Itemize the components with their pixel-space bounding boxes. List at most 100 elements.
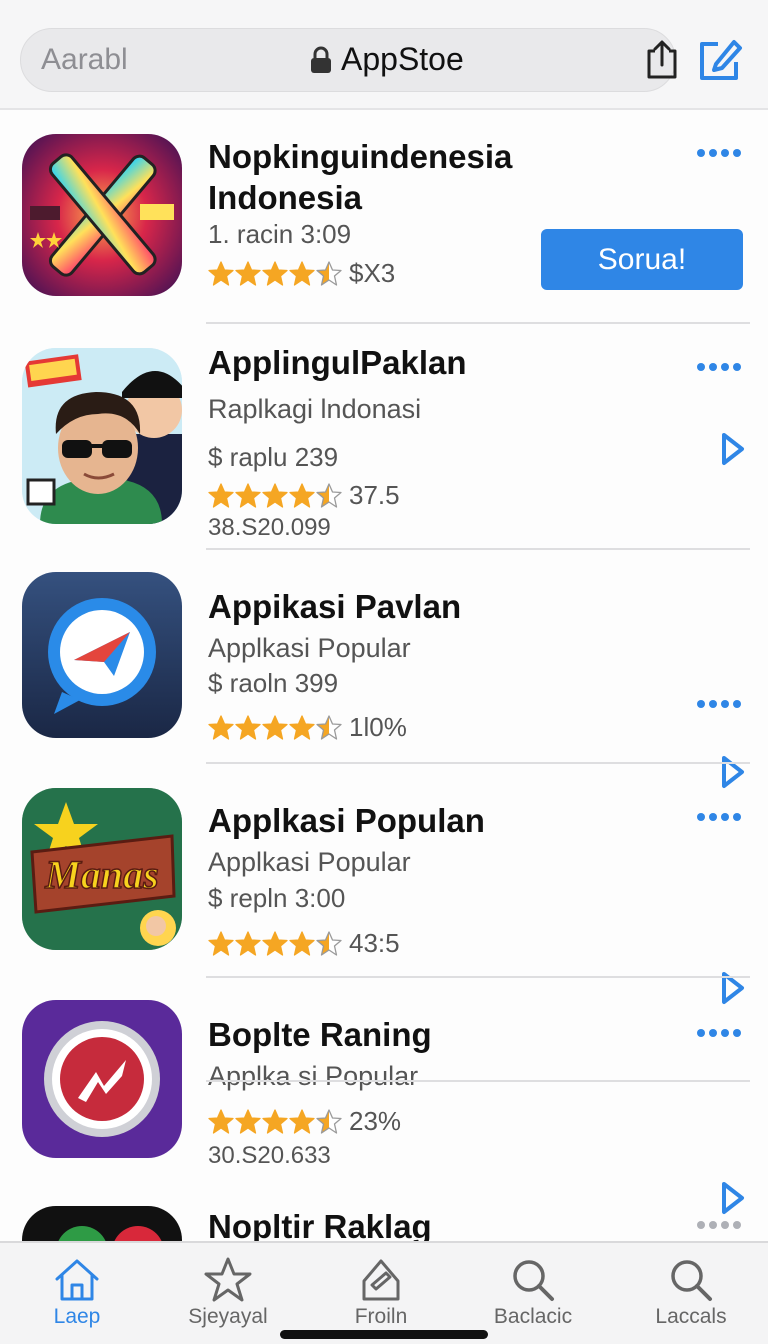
more-icon[interactable] <box>696 812 742 822</box>
play-icon[interactable] <box>720 432 746 466</box>
icon-text: Manas <box>44 852 158 897</box>
tab-search[interactable]: Baclacic <box>458 1243 608 1344</box>
address-left-text: Aarabl <box>41 43 128 76</box>
app-name-line1: Nopkinguindenesia <box>208 138 513 175</box>
star-rating-icons <box>208 482 343 509</box>
app-name: Appikasi Pavlan <box>208 588 462 625</box>
address-title-group: AppStoe <box>309 41 464 78</box>
rating-text: 1l0% <box>349 712 407 742</box>
star-icon <box>235 1108 261 1134</box>
app-price: $ raplu 239 <box>208 442 339 472</box>
home-icon <box>55 1259 99 1301</box>
star-icon <box>262 714 288 740</box>
star-icon <box>208 930 234 956</box>
app-icon: Manas <box>22 788 182 950</box>
app-store-screen: Aarabl AppStoe Nopkinguindenesia Indones… <box>0 0 768 1344</box>
app-subtitle: Applkasi Popular <box>208 633 411 663</box>
star-icon <box>235 482 261 508</box>
rating-stars: 23% <box>208 1106 401 1137</box>
star-icon <box>235 260 261 286</box>
app-icon <box>22 348 182 524</box>
app-extra-count: 38.S20.099 <box>208 514 331 541</box>
star-icon <box>262 260 288 286</box>
star-icon <box>208 1108 234 1134</box>
star-rating-icons <box>208 930 343 957</box>
star-rating-icons <box>208 1108 343 1135</box>
star-icon <box>235 930 261 956</box>
list-item[interactable]: Manas Applkasi Populan Applkasi Popular … <box>0 764 768 1004</box>
app-subtitle: Applka si Popular <box>208 1061 419 1091</box>
tab-apps[interactable]: Froiln <box>306 1243 456 1344</box>
tab-label: Froiln <box>354 1305 408 1328</box>
top-bar: Aarabl AppStoe <box>0 0 768 110</box>
list-item[interactable]: Appikasi Pavlan Applkasi Popular $ raoln… <box>0 550 768 788</box>
app-icon <box>22 134 182 296</box>
app-icon-artwork <box>22 1000 182 1158</box>
compose-icon[interactable] <box>694 34 746 86</box>
star-icon <box>262 1108 288 1134</box>
search-icon <box>671 1260 712 1301</box>
app-icon <box>22 572 182 738</box>
tab-featured[interactable]: Sjeyayal <box>153 1243 303 1344</box>
app-icon-artwork <box>22 134 182 296</box>
list-item[interactable]: ApplingulPaklan Raplkagi lndonasi $ rapl… <box>0 324 768 550</box>
star-icon <box>316 260 342 286</box>
star-icon <box>208 482 234 508</box>
star-icon <box>289 1108 315 1134</box>
list-item[interactable]: Boplte Raning Applka si Popular 23% 30.S… <box>0 978 768 1214</box>
app-subtitle: Applkasi Popular <box>208 847 411 877</box>
tab-home[interactable]: Laep <box>2 1243 152 1344</box>
star-icon <box>289 714 315 740</box>
app-extra-count: 30.S20.633 <box>208 1142 331 1169</box>
star-icon <box>204 1257 252 1302</box>
tab-label: Laccals <box>655 1305 727 1328</box>
get-button[interactable]: Sorua! <box>541 229 743 290</box>
app-price: $ raoln 399 <box>208 668 339 698</box>
app-icon-artwork: Manas <box>22 788 182 950</box>
tab-label: Laep <box>53 1305 101 1328</box>
app-name: ApplingulPaklan <box>208 344 467 381</box>
search-icon <box>513 1260 554 1301</box>
app-name-line2: Indonesia <box>208 179 363 216</box>
more-icon[interactable] <box>696 148 742 158</box>
star-icon <box>316 714 342 740</box>
star-icon <box>262 930 288 956</box>
tab-locals[interactable]: Laccals <box>616 1243 766 1344</box>
star-icon <box>208 714 234 740</box>
app-price: $ repln 3:00 <box>208 883 346 913</box>
rating-text: 23% <box>349 1106 402 1136</box>
share-icon[interactable] <box>641 39 683 81</box>
star-icon <box>289 482 315 508</box>
rating-text: 37.5 <box>349 480 400 510</box>
list-item[interactable]: Nopkinguindenesia Indonesia 1. racin 3:0… <box>0 112 768 324</box>
tab-label: Baclacic <box>493 1305 573 1328</box>
address-bar[interactable]: Aarabl AppStoe <box>20 28 677 92</box>
app-name: Applkasi Populan <box>208 802 485 839</box>
app-icon <box>22 1000 182 1158</box>
app-subtitle: Raplkagi lndonasi <box>208 394 422 424</box>
star-icon <box>316 930 342 956</box>
star-icon <box>289 930 315 956</box>
apps-icon <box>362 1259 400 1301</box>
rating-stars: $X3 <box>208 258 395 289</box>
star-icon <box>316 482 342 508</box>
app-name: Boplte Raning <box>208 1016 432 1053</box>
home-indicator <box>280 1330 488 1339</box>
rating-stars: 43:5 <box>208 928 400 959</box>
app-icon-artwork <box>22 572 182 738</box>
more-icon[interactable] <box>696 362 742 372</box>
star-icon <box>289 260 315 286</box>
rating-stars: 37.5 <box>208 480 400 511</box>
list-item[interactable]: Nopltir Raklag <box>0 1184 768 1326</box>
app-meta: 1. racin 3:09 <box>208 219 352 249</box>
address-title: AppStoe <box>341 41 464 77</box>
star-icon <box>208 260 234 286</box>
star-icon <box>316 1108 342 1134</box>
more-icon[interactable] <box>696 1220 742 1230</box>
more-icon[interactable] <box>696 699 742 709</box>
star-rating-icons <box>208 260 343 287</box>
more-icon[interactable] <box>696 1028 742 1038</box>
rating-text: 43:5 <box>349 928 400 958</box>
rating-stars: 1l0% <box>208 712 407 743</box>
tab-bar: Laep Sjeyayal Froiln Baclacic Laccals <box>0 1241 768 1344</box>
